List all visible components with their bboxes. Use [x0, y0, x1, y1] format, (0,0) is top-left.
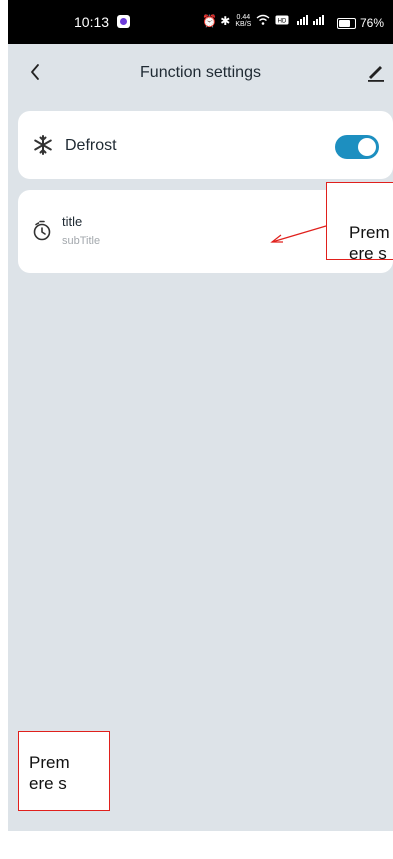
timer-icon	[32, 220, 52, 242]
defrost-setting-row: Defrost	[18, 111, 393, 179]
edit-button[interactable]	[365, 61, 387, 83]
signal-icon	[294, 14, 326, 28]
defrost-toggle[interactable]	[335, 135, 379, 159]
timer-title: title	[62, 214, 83, 229]
page-title: Function settings	[140, 64, 261, 81]
wifi-icon	[256, 14, 270, 28]
battery-level	[339, 19, 350, 27]
timer-subtitle: subTitle	[62, 235, 101, 247]
annotation-note-bottom-line2: ere s	[29, 774, 67, 793]
battery-percent: 76%	[360, 16, 385, 30]
hd-icon: HD	[275, 14, 289, 28]
alarm-bluetooth-icons: ⏰ ✱	[202, 14, 231, 28]
annotation-note-top-line1: Prem	[349, 223, 390, 242]
toggle-knob	[358, 138, 376, 156]
annotation-note-top-line2: ere s	[349, 244, 387, 263]
phone-screen: 10:13 ⏰ ✱ 0.44 KB/S HD 76% Function sett…	[8, 0, 393, 831]
app-notification-icon	[117, 15, 130, 28]
annotation-note-top: Prem ere s	[326, 182, 393, 263]
annotation-arrow-icon	[270, 225, 327, 243]
annotation-note-bottom: Prem ere s	[18, 731, 110, 811]
net-speed-unit: KB/S	[235, 21, 252, 28]
header: Function settings	[8, 44, 393, 104]
net-speed: 0.44 KB/S	[235, 14, 251, 28]
battery-icon	[337, 17, 356, 29]
snowflake-icon	[32, 134, 54, 156]
defrost-label: Defrost	[65, 137, 117, 154]
annotation-note-bottom-line1: Prem	[29, 753, 70, 772]
battery: 76%	[337, 16, 384, 30]
status-bar: 10:13 ⏰ ✱ 0.44 KB/S HD 76%	[8, 0, 393, 44]
pencil-icon	[368, 66, 384, 82]
svg-text:HD: HD	[278, 19, 287, 25]
status-icons: ⏰ ✱ 0.44 KB/S HD	[202, 14, 326, 28]
net-speed-value: 0.44	[236, 14, 251, 21]
status-time: 10:13	[74, 14, 110, 30]
